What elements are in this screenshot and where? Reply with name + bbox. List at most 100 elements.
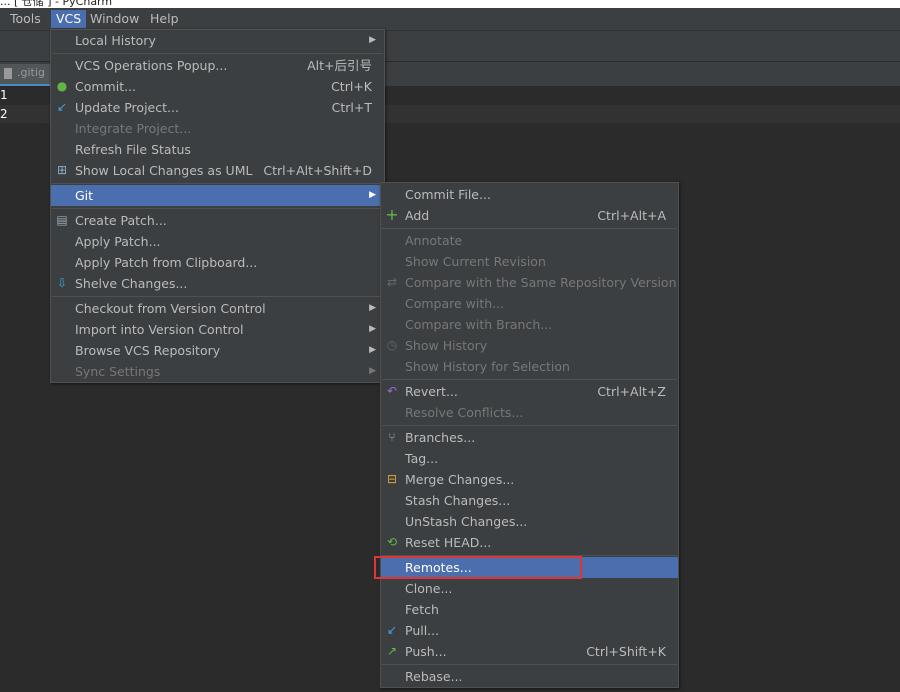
pull-icon: ↙ xyxy=(386,623,398,637)
remotes-highlight-annotation xyxy=(374,556,582,579)
menu-item-compare-same-repo[interactable]: ⇄ Compare with the Same Repository Versi… xyxy=(381,272,678,293)
menu-item-label: Compare with Branch... xyxy=(405,317,553,332)
menu-item-pull[interactable]: ↙ Pull... xyxy=(381,620,678,641)
menu-item-git[interactable]: Git ▶ xyxy=(51,185,384,206)
menu-item-merge-changes[interactable]: ⊟ Merge Changes... xyxy=(381,469,678,490)
merge-icon: ⊟ xyxy=(386,472,398,486)
window-title: ... [ 仓储 ] - PyCharm xyxy=(0,0,113,8)
menu-item-label: Refresh File Status xyxy=(75,142,191,157)
menu-separator xyxy=(52,208,383,209)
menu-item-label: Checkout from Version Control xyxy=(75,301,266,316)
menu-item-fetch[interactable]: Fetch xyxy=(381,599,678,620)
shelve-icon: ⇩ xyxy=(56,276,68,290)
menu-item-push[interactable]: ↗ Push... Ctrl+Shift+K xyxy=(381,641,678,662)
branch-icon: ⑂ xyxy=(388,430,396,444)
menu-item-label: VCS Operations Popup... xyxy=(75,58,228,73)
menu-tools[interactable]: Tools xyxy=(5,10,46,28)
menu-item-label: Update Project... xyxy=(75,100,179,115)
shortcut-label: Ctrl+Shift+K xyxy=(586,644,666,659)
menu-item-compare-with[interactable]: Compare with... xyxy=(381,293,678,314)
menu-separator xyxy=(52,183,383,184)
history-icon: ◷ xyxy=(386,338,398,352)
line-number: 1 xyxy=(0,88,8,102)
menu-item-resolve-conflicts[interactable]: Resolve Conflicts... xyxy=(381,402,678,423)
menu-item-clone[interactable]: Clone... xyxy=(381,578,678,599)
shortcut-label: Alt+后引号 xyxy=(307,58,372,73)
menu-item-update-project[interactable]: ↙ Update Project... Ctrl+T xyxy=(51,97,384,118)
menu-item-commit[interactable]: ● Commit... Ctrl+K xyxy=(51,76,384,97)
menu-item-label: Push... xyxy=(405,644,447,659)
patch-file-icon: ▤ xyxy=(56,213,68,227)
menu-item-rebase[interactable]: Rebase... xyxy=(381,666,678,687)
menu-window[interactable]: Window xyxy=(85,10,144,28)
menu-item-label: Revert... xyxy=(405,384,458,399)
window-title-bar: ... [ 仓储 ] - PyCharm xyxy=(0,0,900,8)
menu-item-vcs-operations-popup[interactable]: VCS Operations Popup... Alt+后引号 xyxy=(51,55,384,76)
menu-item-sync-settings[interactable]: Sync Settings ▶ xyxy=(51,361,384,382)
file-icon xyxy=(4,68,12,79)
menu-help[interactable]: Help xyxy=(145,10,184,28)
menu-vcs[interactable]: VCS xyxy=(51,10,87,28)
menu-item-tag[interactable]: Tag... xyxy=(381,448,678,469)
menu-item-create-patch[interactable]: ▤ Create Patch... xyxy=(51,210,384,231)
menu-item-show-history[interactable]: ◷ Show History xyxy=(381,335,678,356)
menu-item-label: Compare with... xyxy=(405,296,505,311)
menu-item-label: Integrate Project... xyxy=(75,121,192,136)
line-number: 2 xyxy=(0,107,8,121)
editor-tab-gitignore[interactable]: .gitig xyxy=(0,64,50,87)
menu-item-compare-with-branch[interactable]: Compare with Branch... xyxy=(381,314,678,335)
menu-item-revert[interactable]: ↶ Revert... Ctrl+Alt+Z xyxy=(381,381,678,402)
menu-item-stash-changes[interactable]: Stash Changes... xyxy=(381,490,678,511)
menu-item-browse-repo[interactable]: Browse VCS Repository ▶ xyxy=(51,340,384,361)
shortcut-label: Ctrl+Alt+Z xyxy=(597,384,666,399)
commit-icon: ● xyxy=(56,79,68,93)
revert-icon: ↶ xyxy=(386,384,398,398)
menu-item-integrate-project[interactable]: Integrate Project... xyxy=(51,118,384,139)
shortcut-label: Ctrl+T xyxy=(331,100,372,115)
menu-item-label: Annotate xyxy=(405,233,463,248)
menu-item-local-history[interactable]: Local History ▶ xyxy=(51,30,384,51)
menu-item-show-current-revision[interactable]: Show Current Revision xyxy=(381,251,678,272)
menu-item-apply-patch[interactable]: Apply Patch... xyxy=(51,231,384,252)
shortcut-label: Ctrl+K xyxy=(331,79,372,94)
menu-item-branches[interactable]: ⑂ Branches... xyxy=(381,427,678,448)
shortcut-label: Ctrl+Alt+A xyxy=(597,208,666,223)
menu-item-shelve-changes[interactable]: ⇩ Shelve Changes... xyxy=(51,273,384,294)
submenu-arrow-icon: ▶ xyxy=(369,345,376,355)
submenu-arrow-icon: ▶ xyxy=(369,366,376,376)
submenu-arrow-icon: ▶ xyxy=(369,190,376,200)
menu-item-label: Clone... xyxy=(405,581,453,596)
menu-item-import[interactable]: Import into Version Control ▶ xyxy=(51,319,384,340)
menu-separator xyxy=(382,425,677,426)
menu-item-commit-file[interactable]: Commit File... xyxy=(381,184,678,205)
submenu-arrow-icon: ▶ xyxy=(369,35,376,45)
menu-separator xyxy=(382,664,677,665)
menu-separator xyxy=(52,53,383,54)
menu-item-label: Resolve Conflicts... xyxy=(405,405,524,420)
push-icon: ↗ xyxy=(386,644,398,658)
vcs-menu: Local History ▶ VCS Operations Popup... Al… xyxy=(50,29,385,383)
menu-item-label: Merge Changes... xyxy=(405,472,515,487)
compare-arrows-icon: ⇄ xyxy=(386,275,398,289)
menu-item-label: Tag... xyxy=(405,451,439,466)
menu-item-label: Show Current Revision xyxy=(405,254,546,269)
menu-separator xyxy=(382,379,677,380)
menu-item-reset-head[interactable]: ⟲ Reset HEAD... xyxy=(381,532,678,553)
editor-tab-label: .gitig xyxy=(17,66,45,79)
menu-item-refresh-file-status[interactable]: Refresh File Status xyxy=(51,139,384,160)
menu-item-label: Local History xyxy=(75,33,156,48)
menu-item-label: Show History for Selection xyxy=(405,359,570,374)
menu-item-checkout[interactable]: Checkout from Version Control ▶ xyxy=(51,298,384,319)
menu-item-label: Add xyxy=(405,208,430,223)
menu-item-label: Reset HEAD... xyxy=(405,535,492,550)
menu-item-label: Apply Patch from Clipboard... xyxy=(75,255,258,270)
menu-item-unstash-changes[interactable]: UnStash Changes... xyxy=(381,511,678,532)
menu-bar: Tools VCS Window Help xyxy=(0,8,900,31)
menu-item-label: Sync Settings xyxy=(75,364,161,379)
menu-item-apply-patch-clipboard[interactable]: Apply Patch from Clipboard... xyxy=(51,252,384,273)
menu-item-annotate[interactable]: Annotate xyxy=(381,230,678,251)
menu-item-label: Stash Changes... xyxy=(405,493,511,508)
menu-item-show-local-changes-uml[interactable]: ⊞ Show Local Changes as UML Ctrl+Alt+Shif… xyxy=(51,160,384,181)
menu-item-show-history-selection[interactable]: Show History for Selection xyxy=(381,356,678,377)
menu-item-add[interactable]: + Add Ctrl+Alt+A xyxy=(381,205,678,226)
